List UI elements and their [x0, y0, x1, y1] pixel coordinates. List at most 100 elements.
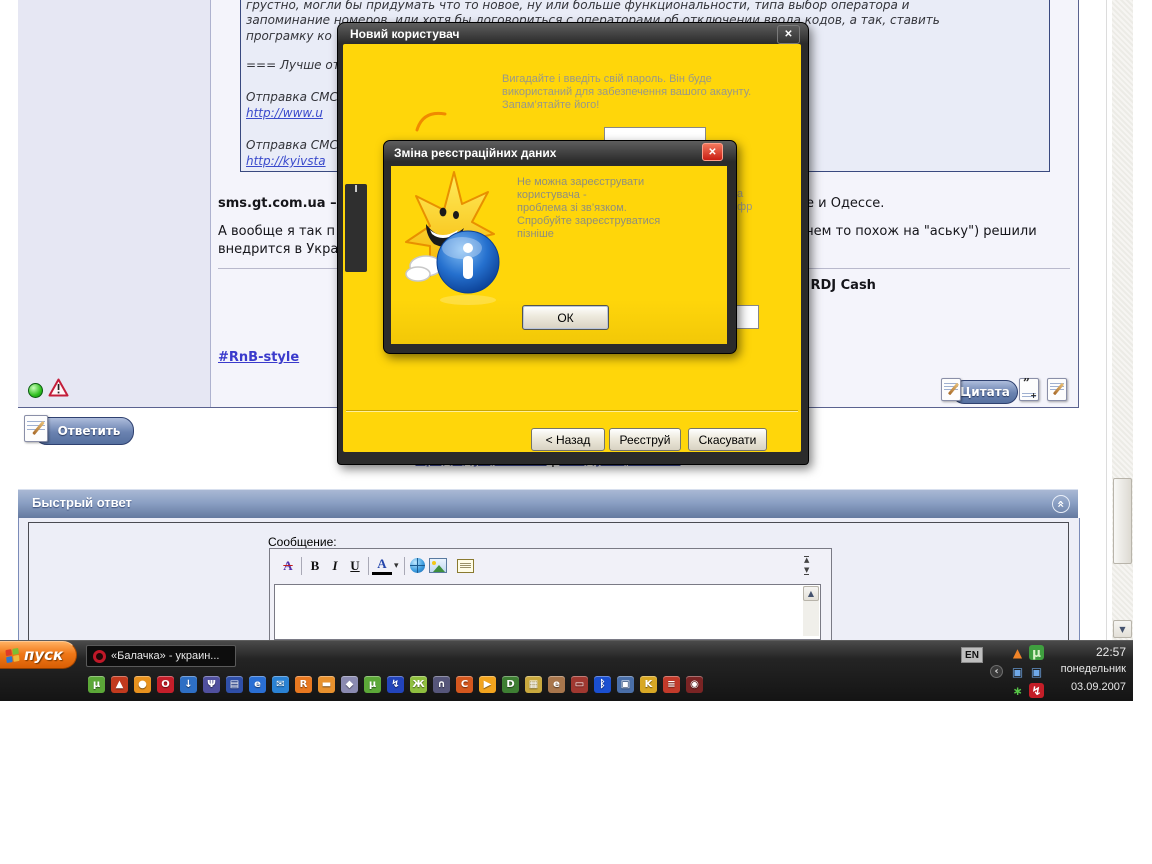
browser-scrollbar-thumb[interactable]: [1113, 478, 1132, 564]
folder-orange-icon[interactable]: ▬: [318, 676, 335, 693]
network-1-icon[interactable]: ▣: [1010, 664, 1025, 679]
ok-button-label: ОК: [557, 311, 573, 325]
signature-link[interactable]: #RnB-style: [218, 350, 299, 365]
butterfly-icon[interactable]: Ж: [410, 676, 427, 693]
insert-quote-icon[interactable]: [456, 556, 476, 575]
psi-icon[interactable]: Ψ: [203, 676, 220, 693]
quick-launch-bar: µ ▲ ● O ↓ Ψ ▤ e ✉ R ▬ ◆ µ ↯ Ж ∩ C ▶ D ▦ e ▭ ᛒ ▣ K ≡ ◉: [88, 676, 703, 693]
opera-dark-icon[interactable]: ◉: [686, 676, 703, 693]
font-color-dropdown-icon[interactable]: ▾: [394, 561, 399, 571]
error-dialog-title: Зміна реєстраційних даних: [394, 146, 556, 160]
register-button[interactable]: Реєструй: [609, 428, 681, 451]
my-computer-icon[interactable]: ▣: [617, 676, 634, 693]
resize-down-icon[interactable]: ▼: [804, 567, 809, 575]
browser-scroll-down-button[interactable]: ▼: [1113, 620, 1132, 638]
edit-post-icon[interactable]: [1047, 378, 1067, 401]
close-icon: ✕: [708, 147, 716, 158]
bold-icon[interactable]: B: [305, 556, 325, 575]
flame-arrow-icon[interactable]: ▶: [479, 676, 496, 693]
report-warning-icon[interactable]: [48, 378, 69, 397]
quote-button[interactable]: Цитата: [952, 380, 1018, 404]
lightning-blue-icon[interactable]: ↯: [387, 676, 404, 693]
language-label: EN: [965, 650, 979, 661]
editor-toolbar: A B I U A ▾: [278, 556, 476, 575]
screenshot-tool-icon[interactable]: ▦: [525, 676, 542, 693]
keys-icon[interactable]: K: [640, 676, 657, 693]
quote-link[interactable]: http://kyivsta: [246, 154, 326, 168]
icq-flower-icon[interactable]: ∗: [1010, 683, 1025, 698]
wizard-separator: [346, 410, 798, 412]
clock-date: 03.09.2007: [1030, 681, 1126, 693]
error-dialog-close-button[interactable]: ✕: [702, 143, 723, 161]
task-button-label: «Балачка» - украин...: [111, 650, 219, 662]
editor-resize-control[interactable]: ▲ ▼: [804, 556, 809, 575]
underline-icon[interactable]: U: [345, 556, 365, 575]
flame-tray-icon[interactable]: ▲: [1010, 645, 1025, 660]
balachka-icon: [93, 650, 106, 663]
wizard-close-button[interactable]: ✕: [777, 25, 800, 44]
insert-link-icon[interactable]: [408, 556, 428, 575]
wizard-title: Новий користувач: [350, 27, 459, 41]
error-message: Спробуйте зареєструватися: [517, 215, 660, 227]
orange-suite-icon[interactable]: R: [295, 676, 312, 693]
internet-explorer-icon[interactable]: e: [249, 676, 266, 693]
quote-link[interactable]: http://www.u: [246, 106, 323, 120]
cancel-button[interactable]: Скасувати: [688, 428, 767, 451]
post-site-name: sms.gt.com.ua –: [218, 196, 337, 211]
signature-author: ) RDJ Cash: [800, 278, 876, 293]
covered-panel-fragment: І: [355, 184, 358, 195]
post-text-fragment: е и Одессе.: [806, 196, 884, 211]
error-message: користувача -: [517, 189, 587, 201]
taskbar-task-balachka[interactable]: «Балачка» - украин...: [86, 645, 236, 667]
outlook-express-icon[interactable]: ✉: [272, 676, 289, 693]
orange-ball-icon[interactable]: ●: [134, 676, 151, 693]
error-message: Не можна зареєструвати: [517, 176, 644, 188]
scroll-up-glyph: ▲: [808, 589, 814, 598]
quote-button-icon[interactable]: [941, 378, 961, 401]
opera-icon[interactable]: O: [157, 676, 174, 693]
headphones-icon[interactable]: ∩: [433, 676, 450, 693]
winrar-icon[interactable]: ≡: [663, 676, 680, 693]
windows-logo-icon: [5, 647, 19, 662]
wizard-instruction: використаний для забезпечення вашого ака…: [502, 86, 751, 98]
clock-weekday: понедельник: [1030, 663, 1126, 675]
quote-line: Отправка СМС: [246, 90, 338, 104]
quick-reply-title: Быстрый ответ: [32, 495, 132, 510]
insert-image-icon[interactable]: [428, 556, 448, 575]
font-color-icon[interactable]: A: [372, 557, 392, 575]
reply-button-icon[interactable]: [24, 415, 48, 442]
cancel-button-label: Скасувати: [699, 433, 757, 447]
emule-icon[interactable]: e: [548, 676, 565, 693]
clock-time[interactable]: 22:57: [1040, 645, 1126, 659]
wizard-instruction: Вигадайте і введіть свій пароль. Він буд…: [502, 73, 712, 85]
shield-icon[interactable]: ◆: [341, 676, 358, 693]
wizard-covered-panel: І: [345, 184, 367, 272]
mascot-info-icon: [396, 170, 508, 306]
utorrent-icon[interactable]: µ: [88, 676, 105, 693]
back-button[interactable]: < Назад: [531, 428, 605, 451]
multiquote-icon[interactable]: ”+: [1019, 378, 1039, 401]
textarea-scroll-up-button[interactable]: ▲: [803, 586, 819, 601]
resize-up-icon[interactable]: ▲: [804, 556, 809, 564]
ok-button[interactable]: ОК: [522, 305, 609, 330]
download-master-icon[interactable]: ↓: [180, 676, 197, 693]
language-indicator[interactable]: EN: [961, 647, 983, 663]
dragon-icon[interactable]: D: [502, 676, 519, 693]
tv-tuner-icon[interactable]: ▭: [571, 676, 588, 693]
start-button-label: пуск: [24, 646, 63, 664]
italic-icon[interactable]: I: [325, 556, 345, 575]
textarea-scrollbar[interactable]: ▲: [803, 586, 819, 636]
bluetooth-icon[interactable]: ᛒ: [594, 676, 611, 693]
nero-icon[interactable]: C: [456, 676, 473, 693]
message-textarea[interactable]: [274, 584, 821, 640]
start-button[interactable]: пуск: [0, 641, 77, 669]
online-status-icon: [28, 383, 43, 398]
tray-collapse-button[interactable]: ‹: [990, 665, 1003, 678]
collapse-panel-icon[interactable]: «: [1052, 495, 1070, 513]
reply-button[interactable]: Ответить: [34, 417, 134, 445]
utorrent-2-icon[interactable]: µ: [364, 676, 381, 693]
floppy-icon[interactable]: ▤: [226, 676, 243, 693]
remove-format-icon[interactable]: A: [278, 556, 298, 575]
flame-app-icon[interactable]: ▲: [111, 676, 128, 693]
forum-post-user-column: [18, 0, 211, 407]
